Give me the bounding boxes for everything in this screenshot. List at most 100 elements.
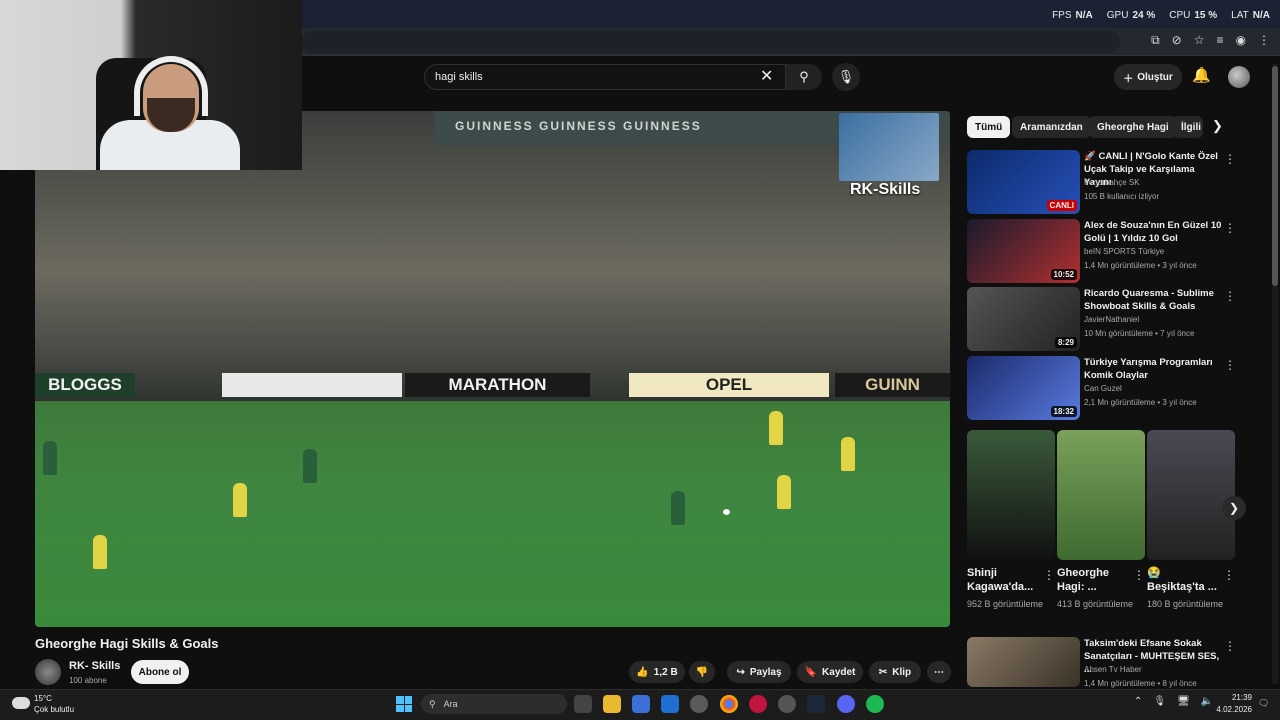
clock-time[interactable]: 21:39 xyxy=(1228,693,1252,702)
more-icon[interactable]: ⋮ xyxy=(1224,289,1236,303)
footballer xyxy=(43,441,57,475)
chevron-up-icon[interactable]: ⌃ xyxy=(1134,696,1142,707)
cloud-icon[interactable] xyxy=(12,697,30,709)
spotify-icon[interactable] xyxy=(866,695,884,713)
microphone-icon: 🎙 xyxy=(837,69,855,84)
file-explorer-icon[interactable] xyxy=(603,695,621,713)
profile-icon[interactable]: ◉ xyxy=(1236,33,1246,48)
reading-list-icon[interactable]: ≡ xyxy=(1217,33,1224,48)
scissors-icon: ✂ xyxy=(878,666,888,678)
close-icon[interactable]: ✕ xyxy=(760,66,773,86)
star-icon[interactable]: ☆ xyxy=(1194,33,1205,48)
chip-all[interactable]: Tümü xyxy=(967,116,1011,138)
chip-gheorghe-hagi[interactable]: Gheorghe Hagi xyxy=(1089,116,1177,138)
video-thumbnail xyxy=(967,637,1080,687)
url-field[interactable] xyxy=(300,31,1120,53)
duration-badge: 18:32 xyxy=(1050,406,1077,417)
dislike-button[interactable]: 👎 xyxy=(689,661,715,683)
channel-name[interactable]: RK- Skills xyxy=(69,660,120,672)
stat-cpu: CPU 15 % xyxy=(1169,10,1218,21)
more-icon[interactable]: ⋮ xyxy=(1258,33,1270,48)
search-input[interactable]: hagi skills xyxy=(424,64,786,90)
voice-search-button[interactable]: 🎙 xyxy=(832,63,860,91)
short-views: 413 B görüntüleme xyxy=(1057,599,1134,609)
weather-temperature[interactable]: 15°C xyxy=(34,694,52,703)
task-view-icon[interactable] xyxy=(574,695,592,713)
footballer xyxy=(671,491,685,525)
short-title: 😭 Beşiktaş'ta ... xyxy=(1147,567,1217,593)
thumbs-down-icon: 👎 xyxy=(695,666,709,678)
windows-start-button[interactable] xyxy=(396,696,412,712)
notifications-bell-icon[interactable]: 🔔 xyxy=(1192,66,1211,84)
account-avatar[interactable] xyxy=(1228,66,1250,88)
stat-fps: FPS N/A xyxy=(1052,10,1093,21)
more-icon[interactable]: ⋮ xyxy=(1224,221,1236,235)
recommendation-title: Alex de Souza'nın En Güzel 10 Golü | 1 Y… xyxy=(1084,220,1222,244)
search-button[interactable]: ⚲ xyxy=(786,64,822,90)
video-title: Gheorghe Hagi Skills & Goals xyxy=(35,636,219,651)
more-icon[interactable]: ⋮ xyxy=(1223,568,1235,582)
network-icon[interactable]: 🖥 xyxy=(1177,696,1190,707)
live-badge: CANLI xyxy=(1046,200,1077,211)
recommendation-item[interactable]: 10:52 Alex de Souza'nın En Güzel 10 Golü… xyxy=(967,219,1242,283)
cast-icon[interactable]: ⧉ xyxy=(1151,33,1160,48)
create-button[interactable]: ＋ Oluştur xyxy=(1114,64,1182,90)
steelseries-icon[interactable] xyxy=(690,695,708,713)
scrollbar-thumb[interactable] xyxy=(1272,66,1278,286)
duration-badge: 10:52 xyxy=(1050,269,1077,280)
taskbar-search[interactable]: ⚲ Ara xyxy=(421,694,567,714)
share-button[interactable]: ↪ Paylaş xyxy=(727,661,791,683)
chip-from-search[interactable]: Aramanızdan xyxy=(1012,116,1091,138)
weather-condition[interactable]: Çok bulutlu xyxy=(34,705,74,714)
eye-off-icon[interactable]: ⊘ xyxy=(1172,33,1182,48)
notification-icon[interactable]: 🗨 xyxy=(1258,698,1269,709)
video-thumbnail: 8:29 xyxy=(967,287,1080,351)
chevron-right-icon[interactable]: ❯ xyxy=(1222,496,1246,520)
save-button[interactable]: 🔖 Kaydet xyxy=(797,661,863,683)
recommendation-item[interactable]: CANLI 🚀 CANLI | N'Golo Kante Özel Uçak T… xyxy=(967,150,1242,214)
board-bloggs: BLOGGS xyxy=(35,373,135,397)
clip-button[interactable]: ✂ Klip xyxy=(869,661,921,683)
subscribe-button[interactable]: Abone ol xyxy=(131,660,189,684)
app-icon[interactable] xyxy=(778,695,796,713)
video-player[interactable]: GUINNESS GUINNESS GUINNESS BLOGGS MARATH… xyxy=(35,111,950,627)
video-thumbnail: 18:32 xyxy=(967,356,1080,420)
store-icon[interactable] xyxy=(632,695,650,713)
more-icon[interactable]: ⋮ xyxy=(1133,568,1145,582)
more-icon: ⋯ xyxy=(934,666,944,678)
recommendation-channel: Ahsen Tv Haber xyxy=(1084,665,1142,674)
recommendation-item[interactable]: 18:32 Türkiye Yarışma Programları Komik … xyxy=(967,356,1242,420)
recommendation-title: Ricardo Quaresma - Sublime Showboat Skil… xyxy=(1084,288,1214,312)
recommendation-meta: 1,4 Mn görüntüleme • 8 yıl önce xyxy=(1084,679,1197,688)
opera-icon[interactable] xyxy=(749,695,767,713)
video-thumbnail: CANLI xyxy=(967,150,1080,214)
channel-watermark-image xyxy=(839,113,939,181)
footballer xyxy=(769,411,783,445)
stat-lat: LAT N/A xyxy=(1231,10,1270,21)
more-icon[interactable]: ⋮ xyxy=(1043,568,1055,582)
bookmark-icon: 🔖 xyxy=(804,666,818,678)
advert-boards: BLOGGS MARATHON OPEL GUINN xyxy=(35,373,950,401)
chip-related[interactable]: İlgili xyxy=(1173,116,1203,138)
volume-icon[interactable]: 🔈 xyxy=(1201,696,1213,707)
duration-badge: 8:29 xyxy=(1054,337,1077,348)
board-opel: OPEL xyxy=(629,373,829,397)
channel-avatar[interactable] xyxy=(35,659,61,685)
recommendation-meta: 2,1 Mn görüntüleme • 3 yıl önce xyxy=(1084,398,1197,407)
microphone-icon[interactable]: 🎙 xyxy=(1153,696,1166,707)
search-icon: ⚲ xyxy=(799,69,809,84)
more-icon[interactable]: ⋮ xyxy=(1224,152,1236,166)
discord-icon[interactable] xyxy=(837,695,855,713)
clock-date[interactable]: 4.02.2026 xyxy=(1216,705,1252,714)
more-actions-button[interactable]: ⋯ xyxy=(927,661,951,683)
like-button[interactable]: 👍 1,2 B xyxy=(629,661,685,683)
recommendation-meta: 10 Mn görüntüleme • 7 yıl önce xyxy=(1084,329,1195,338)
mail-icon[interactable] xyxy=(661,695,679,713)
channel-watermark: RK-Skills xyxy=(850,181,921,198)
more-icon[interactable]: ⋮ xyxy=(1224,358,1236,372)
chrome-icon[interactable] xyxy=(720,695,738,713)
recommendation-item[interactable]: 8:29 Ricardo Quaresma - Sublime Showboat… xyxy=(967,287,1242,351)
more-icon[interactable]: ⋮ xyxy=(1224,639,1236,653)
steam-icon[interactable] xyxy=(807,695,825,713)
chevron-right-icon[interactable]: ❯ xyxy=(1212,118,1223,134)
